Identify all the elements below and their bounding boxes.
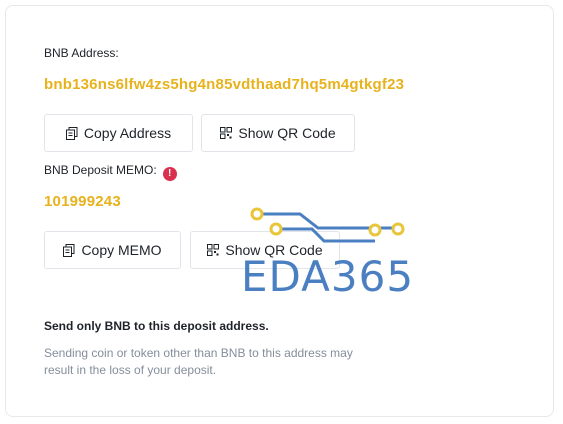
show-qr-code-label: Show QR Code xyxy=(238,125,336,141)
memo-label-row: BNB Deposit MEMO:! xyxy=(44,163,177,181)
warning-text: Sending coin or token other than BNB to … xyxy=(44,346,353,377)
address-label: BNB Address: xyxy=(44,46,119,60)
watermark-text: EDA365 xyxy=(241,252,415,301)
address-value: bnb136ns6lfw4zs5hg4n85vdthaad7hq5m4gtkgf… xyxy=(44,76,405,93)
memo-value: 101999243 xyxy=(44,193,121,210)
copy-memo-label: Copy MEMO xyxy=(81,242,162,258)
show-qr-code-button[interactable]: Show QR Code xyxy=(201,114,355,152)
qr-code-icon xyxy=(220,127,233,139)
copy-memo-button[interactable]: Copy MEMO xyxy=(44,231,181,269)
alert-icon[interactable]: ! xyxy=(162,167,177,181)
copy-icon xyxy=(63,243,75,257)
copy-icon xyxy=(65,126,78,140)
memo-label: BNB Deposit MEMO: xyxy=(44,163,157,177)
qr-code-icon xyxy=(207,244,220,256)
copy-address-label: Copy Address xyxy=(83,125,172,141)
warning-title: Send only BNB to this deposit address. xyxy=(44,319,269,333)
copy-address-button[interactable]: Copy Address xyxy=(44,114,193,152)
